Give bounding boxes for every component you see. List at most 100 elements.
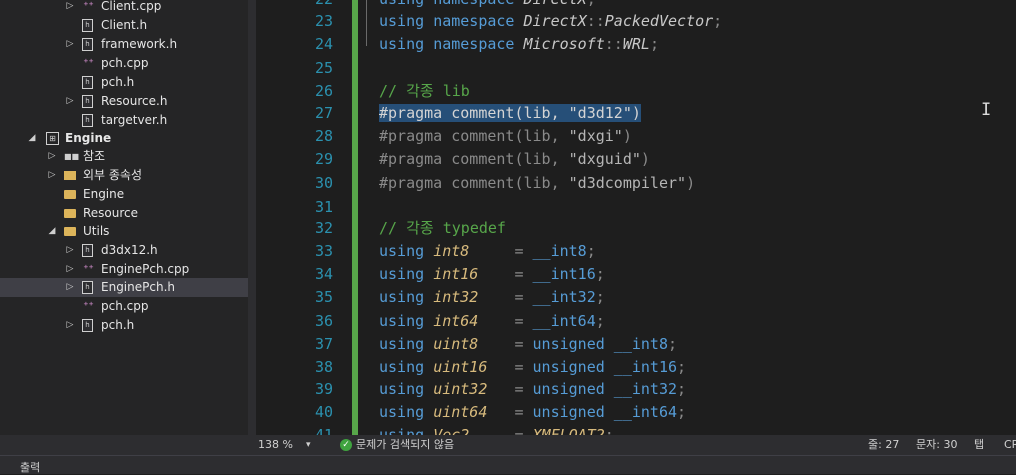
code-line[interactable]: #pragma comment(lib, "d3d12") <box>379 102 641 125</box>
code-token: = <box>478 335 533 353</box>
zoom-level[interactable]: 138 % <box>258 435 293 455</box>
tree-item[interactable]: h Client.h <box>0 16 248 35</box>
code-token: ; <box>604 426 614 435</box>
collapsed-arrow-icon[interactable]: ▷ <box>64 92 76 111</box>
line-number: 27 <box>314 104 333 122</box>
tree-item[interactable]: ▷ 외부 종속성 <box>0 166 248 185</box>
code-line[interactable]: using namespace DirectX::PackedVector; <box>379 10 722 33</box>
code-line[interactable]: using Vec2 = XMFLOAT2; <box>379 424 614 435</box>
code-token: ; <box>668 335 678 353</box>
code-token: __int8 <box>532 242 587 260</box>
tree-item[interactable]: ◢ Utils <box>0 222 248 241</box>
tree-item[interactable]: h targetver.h <box>0 111 248 130</box>
line-number: 25 <box>314 59 333 77</box>
code-line[interactable]: using uint64 = unsigned __int64; <box>379 401 686 424</box>
issues-status[interactable]: 문제가 검색되지 않음 <box>356 435 454 455</box>
code-line[interactable]: using namespace Microsoft::WRL; <box>379 33 659 56</box>
code-token: Microsoft <box>523 35 605 53</box>
ibeam-cursor-icon: I <box>981 100 992 120</box>
tree-item[interactable]: Engine <box>0 185 248 204</box>
code-token: DirectX <box>524 0 587 8</box>
line-number: 36 <box>314 312 333 330</box>
code-line[interactable]: using int8 = __int8; <box>379 240 596 263</box>
collapsed-arrow-icon[interactable]: ▷ <box>64 260 76 279</box>
collapsed-arrow-icon[interactable]: ▷ <box>64 0 76 16</box>
code-line[interactable]: using uint16 = unsigned __int16; <box>379 356 686 379</box>
code-token: ; <box>586 242 596 260</box>
explorer-footer <box>0 435 248 455</box>
tree-item[interactable]: ▷ h framework.h <box>0 35 248 54</box>
code-token: using <box>379 265 425 283</box>
eol-indicator[interactable]: CR <box>1004 435 1016 455</box>
header-file-icon: h <box>82 319 93 332</box>
references-icon: ■■ <box>64 152 80 161</box>
header-file-icon: h <box>82 281 93 294</box>
code-line[interactable]: using int64 = __int64; <box>379 310 605 333</box>
collapsed-arrow-icon[interactable]: ▷ <box>64 278 76 297</box>
code-line[interactable]: #pragma comment(lib, "d3dcompiler") <box>379 172 695 195</box>
code-line[interactable]: using int32 = __int32; <box>379 286 605 309</box>
collapsed-arrow-icon[interactable]: ▷ <box>64 316 76 335</box>
tree-item[interactable]: ▷ h d3dx12.h <box>0 241 248 260</box>
expanded-arrow-icon[interactable]: ◢ <box>26 129 38 148</box>
code-line[interactable]: #pragma comment(lib, "dxgi") <box>379 125 632 148</box>
code-token: int16 <box>433 265 479 283</box>
collapsed-arrow-icon[interactable]: ▷ <box>46 147 58 166</box>
code-token: ; <box>713 12 723 30</box>
tree-item[interactable]: ⁺⁺ pch.cpp <box>0 297 248 316</box>
code-token: ; <box>677 403 687 421</box>
code-token: Vec2 <box>433 426 470 435</box>
tree-item[interactable]: ▷ ⁺⁺ EnginePch.cpp <box>0 260 248 279</box>
code-line[interactable]: using uint8 = unsigned __int8; <box>379 333 677 356</box>
code-token: "d3dcompiler" <box>568 174 687 192</box>
tree-item[interactable]: ▷ h EnginePch.h <box>0 278 248 297</box>
tree-item[interactable]: ▷ ■■ 참조 <box>0 147 248 166</box>
tab-indicator[interactable]: 탭 <box>974 435 984 455</box>
tree-item[interactable]: Resource <box>0 204 248 223</box>
tree-item[interactable]: h pch.h <box>0 73 248 92</box>
code-token: uint16 <box>433 358 488 376</box>
code-line[interactable]: // 각종 typedef <box>379 217 506 240</box>
tree-item-label: targetver.h <box>101 113 168 127</box>
tree-item[interactable]: ▷ ⁺⁺ Client.cpp <box>0 0 248 16</box>
code-line[interactable]: using uint32 = unsigned __int32; <box>379 378 686 401</box>
code-token: DirectX <box>523 12 587 30</box>
code-token: = <box>487 403 533 421</box>
tree-item-label: Client.cpp <box>101 0 162 13</box>
tree-item[interactable]: ▷ h pch.h <box>0 316 248 335</box>
tree-item[interactable]: ▷ h Resource.h <box>0 92 248 111</box>
tree-item-label: framework.h <box>101 37 178 51</box>
code-token: using <box>379 335 425 353</box>
project-icon: ⊞ <box>46 132 59 145</box>
solution-explorer: ▷ ⁺⁺ Client.cpp h Client.h ▷ h framework.h ⁺⁺ pch… <box>0 0 248 455</box>
code-token: __int32 <box>532 288 596 306</box>
code-line[interactable]: using int16 = __int16; <box>379 263 605 286</box>
code-token: ) <box>686 174 696 192</box>
code-token: using <box>379 312 425 330</box>
code-token: ) <box>640 150 650 168</box>
code-area[interactable]: using namespace DirectX;using namespace … <box>379 0 1016 435</box>
code-line[interactable]: // 각종 lib <box>379 80 470 103</box>
collapsed-arrow-icon[interactable]: ▷ <box>64 241 76 260</box>
line-indicator[interactable]: 줄: 27 <box>868 435 899 455</box>
column-indicator[interactable]: 문자: 30 <box>916 435 957 455</box>
collapsed-arrow-icon[interactable]: ▷ <box>64 35 76 54</box>
line-number: 30 <box>314 174 333 192</box>
code-line[interactable]: #pragma comment(lib, "dxguid") <box>379 148 650 171</box>
collapsed-arrow-icon[interactable]: ▷ <box>46 166 58 185</box>
code-editor[interactable]: 2223242526272829303132333435363738394041… <box>248 0 1016 435</box>
cpp-file-icon: ⁺⁺ <box>83 1 94 12</box>
line-number: 37 <box>314 335 333 353</box>
zoom-dropdown-icon[interactable]: ▾ <box>306 435 311 455</box>
tree-item[interactable]: ◢ ⊞ Engine <box>0 129 248 148</box>
external-deps-icon <box>64 171 76 180</box>
outline-bracket <box>366 0 368 46</box>
tree-item[interactable]: ⁺⁺ pch.cpp <box>0 54 248 73</box>
expanded-arrow-icon[interactable]: ◢ <box>46 222 58 241</box>
code-token: namespace <box>433 12 515 30</box>
